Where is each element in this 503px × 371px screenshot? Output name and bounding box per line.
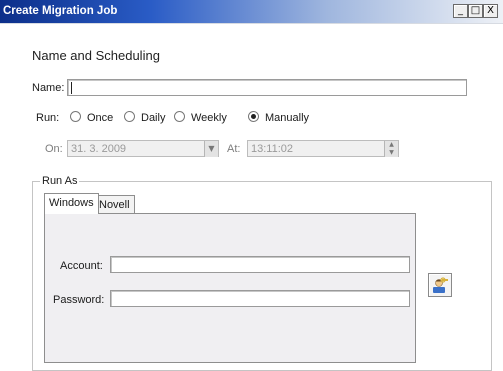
account-label: Account: [60,260,103,272]
run-daily-label[interactable]: Daily [141,112,165,124]
run-manually-label[interactable]: Manually [265,112,309,124]
maximize-icon: □ [470,5,481,16]
password-input[interactable] [110,290,410,307]
run-daily-radio[interactable] [124,111,135,122]
window-title: Create Migration Job [3,5,118,17]
maximize-button[interactable]: □ [468,4,483,18]
at-label: At: [227,143,241,155]
run-once-radio[interactable] [70,111,81,122]
date-picker[interactable]: 31. 3. 2009 ▼ [67,140,219,157]
windows-tab-panel [44,213,416,363]
text-caret [71,82,72,94]
tab-windows[interactable]: Windows [44,193,99,214]
run-weekly-radio[interactable] [174,111,185,122]
chevron-down-icon[interactable]: ▼ [204,141,218,157]
run-label: Run: [36,112,60,124]
user-key-icon [433,277,448,293]
minimize-button[interactable]: _ [453,4,468,18]
name-input[interactable] [67,79,467,96]
run-once-label[interactable]: Once [87,112,113,124]
run-manually-radio[interactable] [248,111,259,122]
run-weekly-label[interactable]: Weekly [191,112,227,124]
time-picker[interactable]: 13:11:02 ▲ ▼ [247,140,399,157]
window-title-bar[interactable]: Create Migration Job _ □ X [0,0,503,24]
browse-user-button[interactable] [428,273,452,297]
password-label: Password: [53,294,105,306]
spinner-arrows-icon[interactable]: ▲ ▼ [384,141,398,157]
account-input[interactable] [110,256,410,273]
close-icon: X [487,5,494,16]
tab-novell[interactable]: Novell [94,195,135,214]
close-button[interactable]: X [483,4,498,18]
section-title: Name and Scheduling [32,48,160,63]
on-label: On: [45,143,63,155]
date-value: 31. 3. 2009 [71,143,127,155]
run-as-legend: Run As [40,175,80,187]
name-label: Name: [32,82,65,94]
time-value: 13:11:02 [251,143,294,155]
minimize-icon: _ [458,5,463,16]
